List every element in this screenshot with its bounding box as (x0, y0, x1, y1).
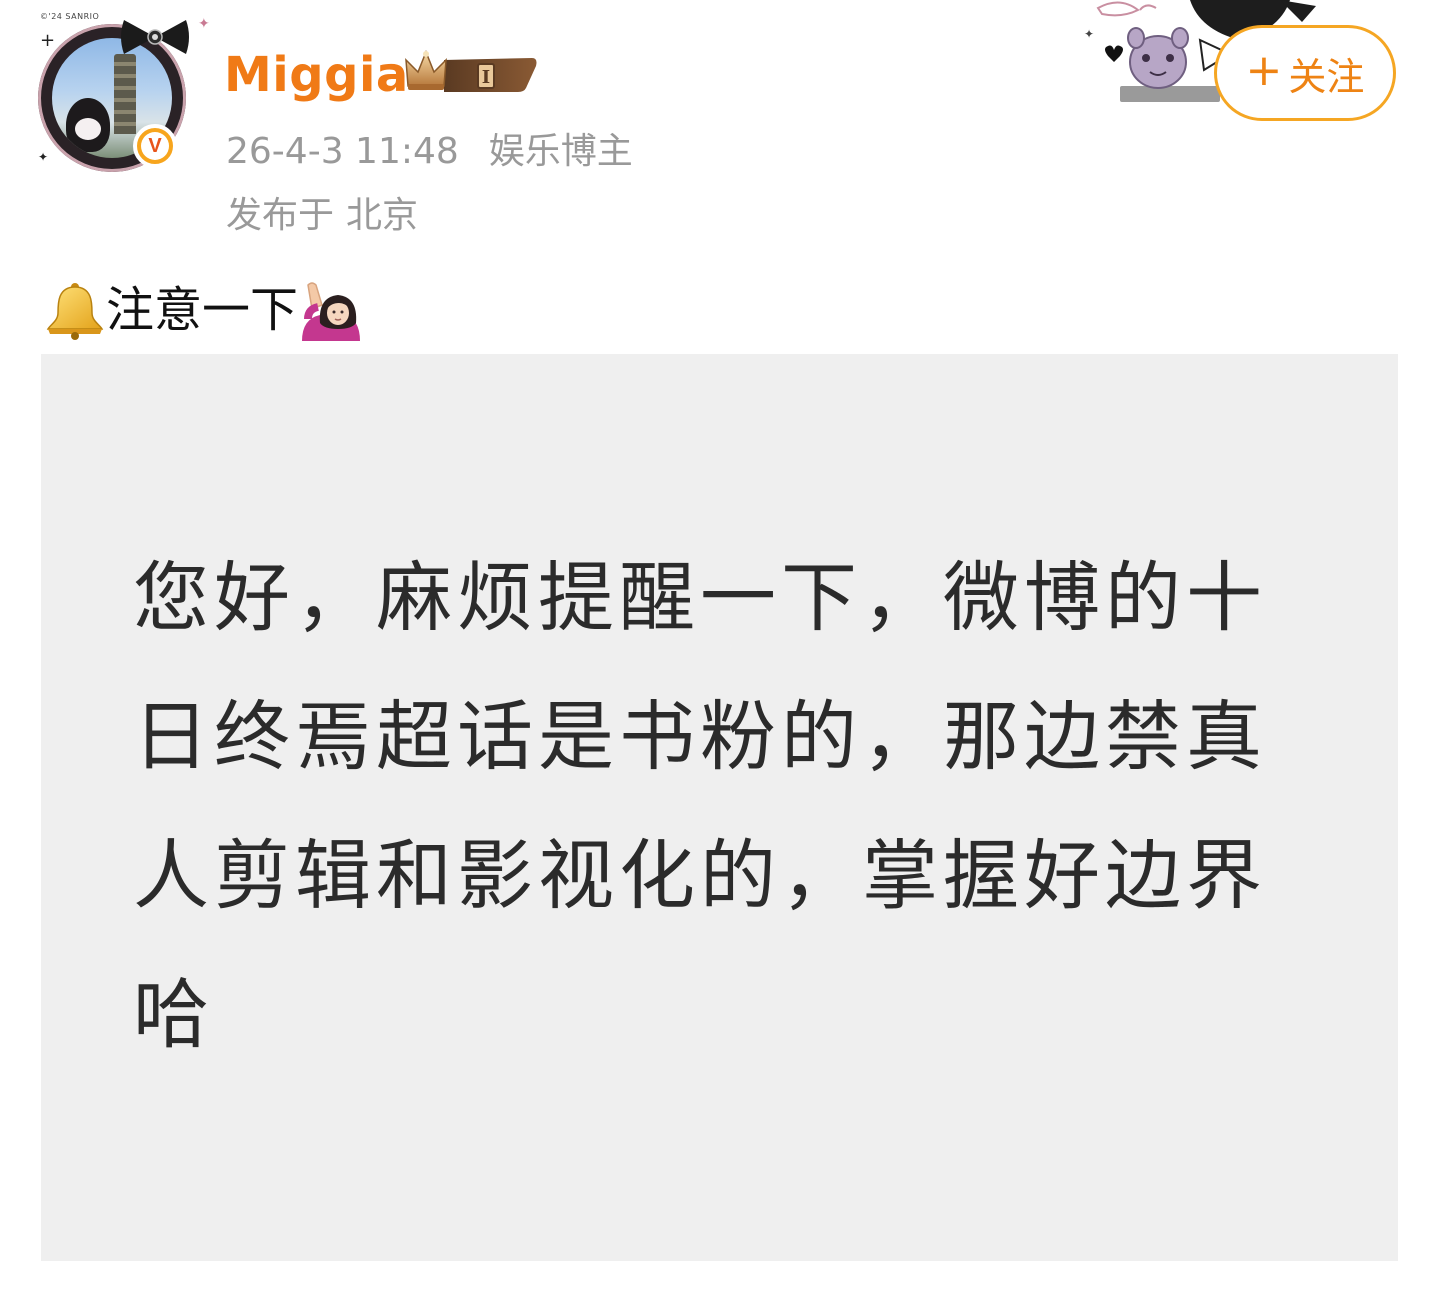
verified-badge: V (133, 124, 177, 168)
post-image[interactable]: 您好，麻烦提醒一下，微博的十 日终焉超话是书粉的，那边禁真 人剪辑和影视化的，掌… (41, 354, 1398, 1261)
verified-icon: V (141, 132, 169, 160)
post-text-content: 注意一下 (106, 282, 299, 338)
bell-icon (46, 283, 104, 340)
avatar-watermark: ©'24 SANRIO (40, 12, 100, 21)
post-text: 注意一下 (44, 278, 361, 342)
location-name: 北京 (346, 195, 419, 236)
sparkle-icon: + (40, 30, 56, 51)
bow-icon (121, 20, 189, 54)
raising-hand-icon (302, 282, 361, 341)
follow-label: 关注 (1288, 54, 1365, 99)
follow-button[interactable]: + 关注 (1214, 25, 1396, 121)
kuromi-figure (66, 98, 110, 152)
location-prefix: 发布于 (226, 195, 335, 236)
user-role: 娱乐博主 (488, 131, 633, 172)
plus-icon: + (1245, 45, 1283, 96)
sparkle-icon: ✦ (38, 150, 49, 164)
post-meta: 26-4-3 11:48 娱乐博主 (226, 126, 633, 178)
pagoda-shape (114, 54, 136, 134)
image-text-line: 日终焉超话是书粉的，那边禁真 (133, 692, 1267, 781)
sparkle-icon: ✦ (198, 16, 210, 32)
image-text-line: 哈 (133, 970, 214, 1059)
image-text-line: 人剪辑和影视化的，掌握好边界 (133, 831, 1267, 920)
username[interactable]: Miggia (224, 42, 409, 108)
svg-text:✦: ✦ (1084, 27, 1094, 41)
level-badge-text: I (482, 67, 490, 88)
post-timestamp: 26-4-3 11:48 (226, 131, 459, 172)
avatar[interactable]: ©'24 SANRIO + ✦ ✦ V (34, 10, 210, 172)
image-text-line: 您好，麻烦提醒一下，微博的十 (133, 553, 1267, 642)
image-text: 您好，麻烦提醒一下，微博的十 日终焉超话是书粉的，那边禁真 人剪辑和影视化的，掌… (133, 528, 1333, 1084)
crown-level-badge[interactable]: I (404, 48, 538, 96)
post-location: 发布于 北京 (226, 190, 418, 242)
